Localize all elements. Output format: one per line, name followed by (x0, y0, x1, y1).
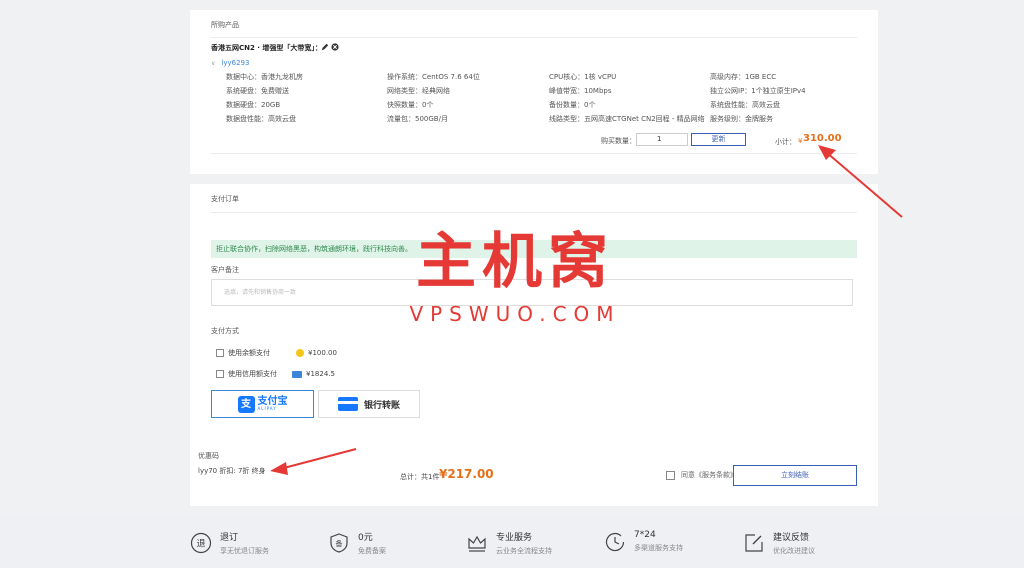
spec-item: 操作系统：CentOS 7.6 64位 (387, 73, 480, 81)
coin-icon (296, 349, 304, 357)
total-label: 总计：共1件 (400, 473, 440, 481)
remark-label: 客户备注 (211, 266, 239, 274)
credit-pay-label: 使用信用额支付 (228, 370, 277, 378)
footer-subtitle: 免费备案 (358, 547, 386, 555)
credit-card-icon (292, 370, 302, 378)
credit-pay-checkbox[interactable] (216, 370, 224, 378)
spec-item: 独立公网IP：1个独立原生IPv4 (710, 87, 806, 95)
purchased-products-card: 所购产品 香港五网CN2 · 增强型「大带宽」： ∨ lyy6293 数据中心：香… (190, 10, 878, 174)
divider (211, 37, 857, 38)
bank-transfer-button[interactable]: 银行转账 (318, 390, 420, 418)
quantity-input[interactable]: 1 (636, 133, 688, 146)
footer-title: 专业服务 (496, 533, 533, 543)
alipay-button[interactable]: 支 支付宝 ALIPAY (211, 390, 314, 418)
subtotal-value: 310.00 (803, 133, 842, 144)
product-name: 香港五网CN2 · 增强型「大带宽」： (211, 44, 322, 52)
agree-checkbox[interactable] (666, 470, 675, 480)
coupon-label: 优惠码 (198, 452, 219, 460)
spec-item: 备份数量：0个 (549, 101, 596, 109)
clock-icon (605, 532, 625, 551)
agree-terms[interactable]: 同意《服务条款》 (666, 470, 737, 480)
spec-item: 数据中心：香港九龙机房 (226, 73, 303, 81)
alipay-icon: 支 (237, 395, 255, 413)
credit-amount: ¥1824.5 (306, 370, 335, 378)
footer-item-refund[interactable]: 退 退订享无忧退订服务 (190, 530, 269, 556)
footer-subtitle: 享无忧退订服务 (220, 547, 269, 555)
footer-bar: 退 退订享无忧退订服务 备 0元免费备案 专业服务云业务全流程支持 7*24 多渠… (0, 518, 1024, 568)
footer-subtitle: 优化改进建议 (773, 547, 815, 555)
pencil-icon[interactable] (321, 43, 329, 51)
spec-item: 快照数量：0个 (387, 101, 434, 109)
footer-item-service[interactable]: 专业服务云业务全流程支持 (466, 530, 552, 556)
spec-item: 网络类型：经典网络 (387, 87, 450, 95)
subtotal-label: 小计： (775, 138, 796, 146)
svg-text:退: 退 (196, 539, 205, 550)
spec-item: 系统硬盘：免费赠送 (226, 87, 289, 95)
spec-item: 系统盘性能：高效云盘 (710, 101, 780, 109)
total-value: ¥217.00 (439, 467, 494, 481)
footer-subtitle: 多渠道服务支持 (634, 544, 683, 552)
subtotal-currency: ¥ (798, 137, 803, 145)
spec-item: 数据硬盘：20GB (226, 101, 281, 109)
refund-icon: 退 (190, 532, 212, 554)
crown-icon (468, 535, 486, 552)
section-title-pay: 支付订单 (211, 195, 239, 203)
bank-card-icon (337, 397, 358, 411)
spec-item: 峰值带宽：10Mbps (549, 87, 612, 95)
edit-icon (745, 534, 763, 552)
bank-transfer-label: 银行转账 (363, 400, 400, 411)
product-user-toggle[interactable]: ∨ lyy6293 (211, 59, 249, 67)
checkout-button[interactable]: 立刻结账 (733, 465, 857, 486)
divider (211, 212, 857, 213)
balance-amount: ¥100.00 (308, 349, 337, 357)
spec-item: 线路类型：五网高速CTGNet CN2回程 - 精品网络 (549, 115, 705, 123)
alipay-en-label: ALIPAY (257, 406, 277, 411)
divider (211, 153, 857, 154)
footer-subtitle: 云业务全流程支持 (496, 547, 552, 555)
section-title-purchased: 所购产品 (211, 21, 239, 29)
footer-title: 0元 (358, 533, 373, 543)
spec-item: 服务级别：金牌服务 (710, 115, 773, 123)
footer-item-feedback[interactable]: 建议反馈优化改进建议 (743, 530, 815, 556)
spec-item: 数据盘性能：高效云盘 (226, 115, 296, 123)
spec-item: 高级内存：1GB ECC (710, 73, 777, 81)
svg-text:备: 备 (336, 539, 343, 548)
close-circle-icon[interactable] (331, 43, 339, 51)
remark-input[interactable]: 选填，请先和销售协商一致 (211, 279, 853, 306)
footer-title: 建议反馈 (773, 533, 810, 543)
notice-banner: 拒止联合协作，扫除网络黑恶，构筑通朗环境，践行科技向善。 (211, 240, 857, 258)
agree-label[interactable]: 同意《服务条款》 (681, 470, 737, 480)
balance-pay-option[interactable]: 使用余额支付 ¥100.00 (216, 348, 337, 358)
footer-title: 退订 (220, 533, 239, 543)
shield-icon: 备 (330, 533, 348, 553)
footer-item-support[interactable]: 7*24 多渠道服务支持 (604, 530, 683, 553)
pay-order-card: 支付订单 拒止联合协作，扫除网络黑恶，构筑通朗环境，践行科技向善。 客户备注 选… (190, 184, 878, 506)
balance-pay-checkbox[interactable] (216, 349, 224, 357)
spec-item: 流量包：500GB/月 (387, 115, 448, 123)
payment-method-label: 支付方式 (211, 327, 239, 335)
chevron-down-icon: ∨ (211, 60, 216, 67)
username: lyy6293 (221, 59, 250, 67)
update-button[interactable]: 更新 (691, 133, 746, 146)
spec-item: CPU核心：1核 vCPU (549, 73, 617, 81)
footer-item-record[interactable]: 备 0元免费备案 (328, 530, 386, 556)
balance-pay-label: 使用余额支付 (228, 349, 270, 357)
credit-pay-option[interactable]: 使用信用额支付 ¥1824.5 (216, 369, 335, 379)
footer-title: 7*24 (634, 530, 656, 540)
quantity-label: 购买数量： (601, 137, 636, 145)
coupon-value: lyy70 折扣: 7折 终身 (198, 467, 266, 475)
